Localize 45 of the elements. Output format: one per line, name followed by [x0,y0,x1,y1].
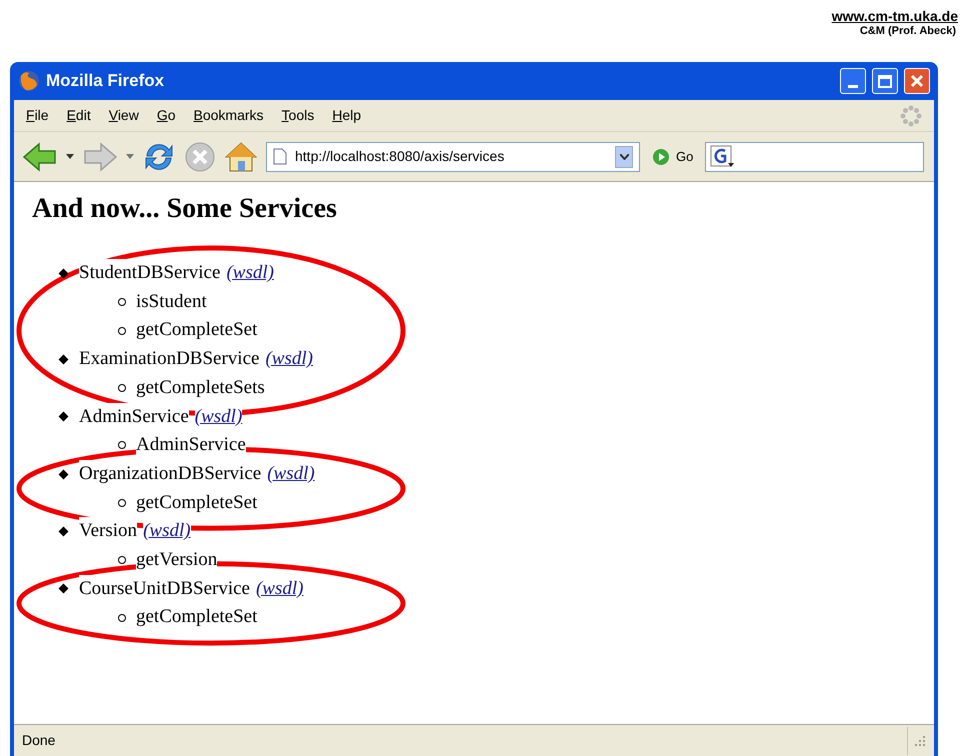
header-subtitle: C&M (Prof. Abeck) [860,24,957,38]
address-field[interactable]: http://localhost:8080/axis/services [266,142,640,172]
go-button[interactable]: Go [648,146,698,166]
menu-item[interactable]: File [26,105,49,126]
close-button[interactable] [904,68,930,94]
maximize-button[interactable] [872,68,898,94]
resize-grip-icon[interactable] [914,734,926,746]
status-text: Done [22,731,56,750]
close-icon [910,74,924,88]
bullet-icon [58,412,68,422]
bullet-icon [58,526,68,536]
bullet-icon [118,498,126,507]
bullet-icon [118,298,126,306]
menu-item[interactable]: View [108,105,139,126]
bullet-icon [58,469,68,480]
stop-button[interactable] [184,140,216,172]
menu-item[interactable]: Tools [282,105,314,126]
home-button[interactable] [224,140,258,174]
window-title: Mozilla Firefox [46,70,164,92]
dropdown-button[interactable] [615,146,633,168]
menu-item[interactable]: Bookmarks [194,105,264,126]
bullet-icon [58,584,68,594]
page-heading: And now... Some Services [32,192,338,226]
bullet-icon [118,384,126,392]
search-engine-icon [710,144,736,168]
menu-item[interactable]: Edit [66,105,91,126]
minimize-button[interactable] [840,68,866,94]
caret-icon[interactable] [66,154,74,159]
activity-throbber-icon [900,104,922,126]
bullet-icon [58,354,68,364]
menu-item[interactable]: Help [332,105,362,126]
bullet-icon [118,614,126,622]
bullet-icon [118,556,126,564]
back-button[interactable] [22,140,58,172]
bullet-icon [118,441,126,450]
fox-globe-icon [18,70,40,92]
chevron-down-icon [620,154,628,160]
bullet-icon [118,326,126,335]
menu-item[interactable]: Go [156,105,176,126]
play-icon [652,148,670,166]
bullet-icon [58,268,68,278]
search-field[interactable] [705,142,924,172]
page-icon [273,148,287,165]
forward-button[interactable] [82,140,118,172]
header-link[interactable]: www.cm-tm.uka.de [832,8,958,24]
